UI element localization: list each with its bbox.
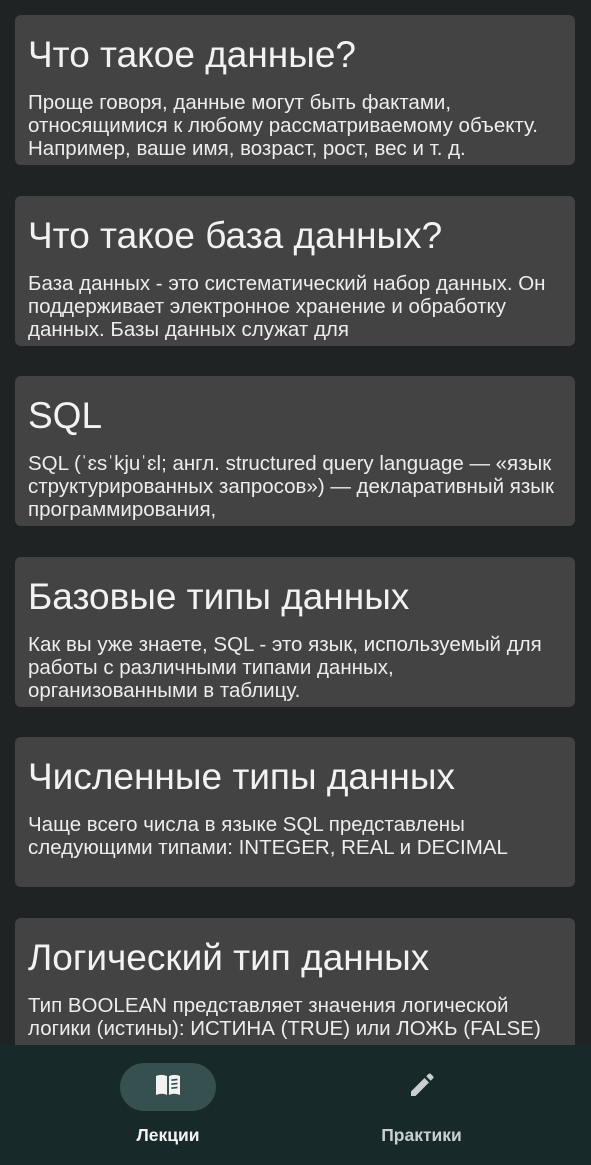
lecture-card-title: Логический тип данных xyxy=(28,937,430,978)
lecture-card-excerpt: Как вы уже знаете, SQL - это язык, испол… xyxy=(28,633,542,702)
book-open-icon xyxy=(153,1072,183,1103)
lecture-card[interactable]: SQL SQL (ˈɛsˈkjuˈɛl; англ. structured qu… xyxy=(15,376,575,526)
pencil-icon xyxy=(407,1070,437,1105)
lecture-card-excerpt: Проще говоря, данные могут быть фактами,… xyxy=(28,91,538,160)
lecture-card[interactable]: Что такое данные? Проще говоря, данные м… xyxy=(15,15,575,165)
nav-label-practice: Практики xyxy=(381,1125,462,1145)
nav-label-lectures: Лекции xyxy=(136,1125,200,1145)
lecture-list[interactable]: Что такое данные? Проще говоря, данные м… xyxy=(0,0,591,1045)
active-indicator xyxy=(120,1063,216,1111)
lecture-card-title: SQL xyxy=(28,395,103,436)
app-screen: Что такое данные? Проще говоря, данные м… xyxy=(0,0,591,1165)
lecture-card[interactable]: Что такое база данных? База данных - это… xyxy=(15,196,575,346)
lecture-card-excerpt: База данных - это систематический набор … xyxy=(28,272,546,341)
lecture-card-title: Численные типы данных xyxy=(28,756,455,797)
lecture-card[interactable]: Базовые типы данных Как вы уже знаете, S… xyxy=(15,557,575,707)
lecture-card-title: Что такое база данных? xyxy=(28,215,443,256)
nav-item-practice[interactable]: Практики xyxy=(296,1045,591,1165)
lecture-card-title: Что такое данные? xyxy=(28,34,356,75)
lecture-card-excerpt: SQL (ˈɛsˈkjuˈɛl; англ. structured query … xyxy=(28,452,554,521)
lecture-card[interactable]: Численные типы данных Чаще всего числа в… xyxy=(15,737,575,887)
lecture-card[interactable]: Логический тип данных Тип BOOLEAN предст… xyxy=(15,918,575,1045)
lecture-card-excerpt: Чаще всего числа в языке SQL представлен… xyxy=(28,813,508,859)
practice-icon-wrap xyxy=(374,1063,470,1111)
lecture-card-excerpt: Тип BOOLEAN представляет значения логиче… xyxy=(28,994,541,1040)
nav-item-lectures[interactable]: Лекции xyxy=(0,1045,295,1165)
lecture-card-title: Базовые типы данных xyxy=(28,576,410,617)
bottom-navigation: Лекции Практики xyxy=(0,1045,591,1165)
